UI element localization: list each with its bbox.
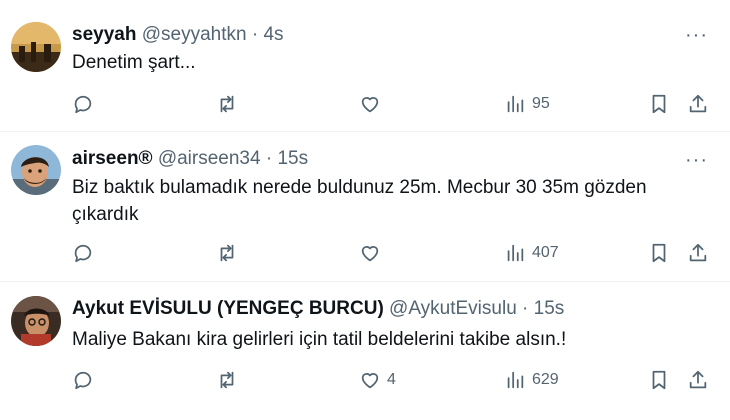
reply-button[interactable] [72, 368, 94, 392]
reply-button[interactable] [72, 92, 94, 116]
reply-button[interactable] [72, 241, 94, 265]
timestamp[interactable]: 15s [534, 298, 565, 319]
views-icon [507, 95, 524, 113]
tweet-actions: 407 [0, 241, 730, 265]
tweet-text: Biz baktık bulamadık nerede buldunuz 25m… [72, 177, 647, 225]
view-count: 95 [532, 95, 550, 112]
avatar-photo-icon [11, 145, 61, 195]
tweet-actions: 4 629 [0, 368, 730, 392]
reply-icon [74, 244, 92, 263]
display-name[interactable]: seyyah [72, 24, 136, 45]
share-icon [689, 370, 707, 389]
retweet-button[interactable] [216, 241, 238, 265]
views-button[interactable]: 407 [504, 241, 559, 265]
tweet[interactable]: seyyah @seyyahtkn · 4s ··· Denetim şart.… [0, 0, 730, 132]
bookmark-button[interactable] [648, 92, 670, 116]
tweet-actions: 95 [0, 92, 730, 116]
separator-dot: · [265, 148, 273, 169]
tweet[interactable]: airseen® @airseen34 · 15s ··· Biz baktık… [0, 132, 730, 282]
display-name[interactable]: Aykut EVİSULU (YENGEÇ BURCU) [72, 298, 384, 319]
views-button[interactable]: 629 [504, 368, 559, 392]
view-count: 407 [532, 244, 559, 261]
user-handle[interactable]: @seyyahtkn [142, 24, 247, 45]
share-button[interactable] [687, 241, 709, 265]
user-handle[interactable]: @airseen34 [158, 148, 261, 169]
display-name[interactable]: airseen® [72, 148, 153, 169]
retweet-icon [220, 244, 234, 262]
like-button[interactable] [359, 92, 387, 116]
avatar[interactable] [11, 22, 61, 72]
bookmark-icon [652, 94, 666, 114]
like-icon [361, 373, 379, 389]
bookmark-icon [652, 243, 666, 263]
bookmark-button[interactable] [648, 368, 670, 392]
tweet-header: Aykut EVİSULU (YENGEÇ BURCU) @AykutEvisu… [72, 298, 564, 320]
share-icon [689, 243, 707, 262]
like-count: 4 [387, 371, 396, 388]
bookmark-icon [652, 370, 666, 390]
separator-dot: · [522, 298, 529, 319]
views-button[interactable]: 95 [504, 92, 550, 116]
timestamp[interactable]: 4s [263, 24, 283, 45]
avatar-photo-icon [11, 22, 61, 72]
timestamp[interactable]: 15s [277, 148, 308, 169]
retweet-button[interactable] [216, 92, 238, 116]
reply-icon [74, 95, 92, 114]
separator-dot: · [251, 24, 259, 45]
tweet-text: Denetim şart... [72, 52, 196, 73]
tweet-header: airseen® @airseen34 · 15s [72, 148, 308, 170]
views-icon [507, 244, 524, 262]
retweet-button[interactable] [216, 368, 238, 392]
retweet-icon [220, 371, 234, 389]
reply-icon [74, 371, 92, 390]
tweet-header: seyyah @seyyahtkn · 4s [72, 24, 284, 46]
like-button[interactable] [359, 241, 387, 265]
share-icon [689, 94, 707, 113]
more-options-button[interactable]: ··· [685, 150, 708, 170]
like-icon [361, 246, 379, 262]
tweet-feed: seyyah @seyyahtkn · 4s ··· Denetim şart.… [0, 0, 730, 420]
share-button[interactable] [687, 368, 709, 392]
tweet-text: Maliye Bakanı kira gelirleri için tatil … [72, 329, 567, 350]
retweet-icon [220, 95, 234, 113]
avatar-photo-icon [11, 296, 61, 346]
tweet[interactable]: Aykut EVİSULU (YENGEÇ BURCU) @AykutEvisu… [0, 282, 730, 420]
like-icon [361, 97, 379, 113]
views-icon [507, 371, 524, 389]
avatar[interactable] [11, 145, 61, 195]
avatar[interactable] [11, 296, 61, 346]
view-count: 629 [532, 371, 559, 388]
bookmark-button[interactable] [648, 241, 670, 265]
like-button[interactable]: 4 [359, 368, 396, 392]
user-handle[interactable]: @AykutEvisulu [389, 298, 517, 319]
more-options-button[interactable]: ··· [685, 25, 708, 45]
share-button[interactable] [687, 92, 709, 116]
